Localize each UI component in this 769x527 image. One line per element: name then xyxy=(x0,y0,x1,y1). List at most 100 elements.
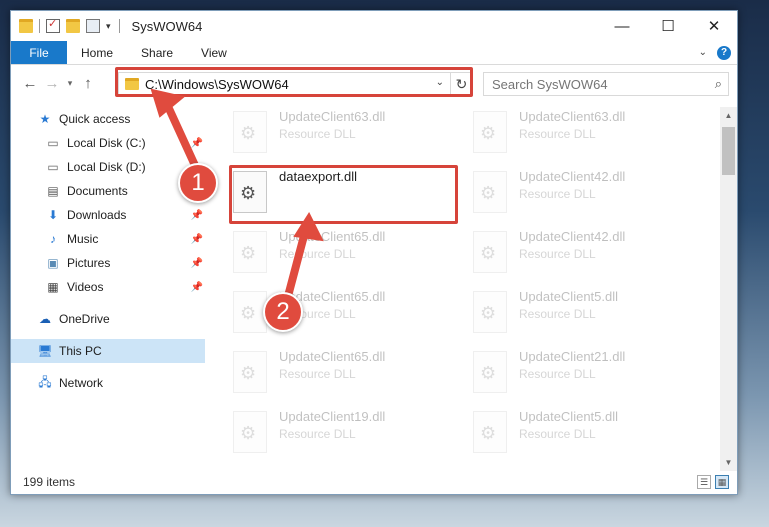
pin-icon: 📌 xyxy=(190,257,203,269)
new-folder-icon[interactable] xyxy=(66,19,80,33)
dll-file-icon xyxy=(233,231,267,273)
up-arrow-icon[interactable]: ↑ xyxy=(77,75,99,92)
sidebar-item-this-pc[interactable]: 🖥 This PC xyxy=(11,339,205,363)
file-item[interactable]: UpdateClient21.dll Resource DLL xyxy=(451,347,681,407)
sidebar-item-label: OneDrive xyxy=(59,312,110,326)
file-item[interactable]: UpdateClient63.dll Resource DLL xyxy=(211,107,441,167)
file-item[interactable]: UpdateClient19.dll Resource DLL xyxy=(211,407,441,467)
file-item[interactable]: UpdateClient5.dll Resource DLL xyxy=(451,287,681,347)
dll-file-icon xyxy=(473,411,507,453)
sidebar-item-network[interactable]: 🖧 Network xyxy=(11,371,205,395)
vertical-scrollbar[interactable]: ▲ ▼ xyxy=(720,107,737,471)
dll-file-icon xyxy=(473,231,507,273)
ribbon-right: ⌄ ? xyxy=(699,41,737,64)
step-1-badge: 1 xyxy=(178,163,218,203)
sidebar-item-onedrive[interactable]: ☁ OneDrive xyxy=(11,307,205,331)
tab-share[interactable]: Share xyxy=(127,41,187,64)
sidebar-item-quick-access[interactable]: ★ Quick access xyxy=(11,107,205,131)
sidebar-item-label: Local Disk (D:) xyxy=(67,160,146,174)
download-icon: ⬇ xyxy=(47,208,59,222)
drive-icon: ▭ xyxy=(47,160,59,174)
file-type: Resource DLL xyxy=(519,367,596,381)
file-type: Resource DLL xyxy=(279,427,356,441)
file-name: UpdateClient65.dll xyxy=(279,229,386,244)
maximize-button[interactable]: ☐ xyxy=(645,11,691,41)
sidebar-item-videos[interactable]: ▦ Videos 📌 xyxy=(11,275,205,299)
sidebar-item-downloads[interactable]: ⬇ Downloads 📌 xyxy=(11,203,205,227)
file-type: Resource DLL xyxy=(279,127,356,141)
file-item[interactable]: UpdateClient42.dll Resource DLL xyxy=(451,227,681,287)
ribbon-tabs: File Home Share View ⌄ ? xyxy=(11,41,737,65)
music-icon: ♪ xyxy=(50,232,56,246)
pin-icon: 📌 xyxy=(190,233,203,245)
back-arrow-icon[interactable]: ← xyxy=(19,75,41,92)
dll-file-icon xyxy=(473,171,507,213)
expand-ribbon-icon[interactable]: ⌄ xyxy=(699,47,707,58)
folder-icon xyxy=(19,19,33,33)
videos-icon: ▦ xyxy=(47,280,59,294)
file-name: UpdateClient42.dll xyxy=(519,229,626,244)
sidebar-item-label: Videos xyxy=(67,280,104,294)
sidebar-item-music[interactable]: ♪ Music 📌 xyxy=(11,227,205,251)
qat-dropdown-icon[interactable]: ▾ xyxy=(106,21,111,32)
navigation-pane: ★ Quick access ▭ Local Disk (C:) 📌 ▭ Loc… xyxy=(11,107,205,467)
search-icon[interactable]: ⌕ xyxy=(715,76,722,92)
file-type: Resource DLL xyxy=(279,367,356,381)
sidebar-item-documents[interactable]: ▤ Documents xyxy=(11,179,205,203)
close-button[interactable]: ✕ xyxy=(691,11,737,41)
file-item[interactable]: UpdateClient5.dll Resource DLL xyxy=(451,407,681,467)
window-controls: — ☐ ✕ xyxy=(599,11,737,41)
sidebar-item-local-disk-c[interactable]: ▭ Local Disk (C:) 📌 xyxy=(11,131,205,155)
details-view-icon[interactable]: ☰ xyxy=(697,475,711,489)
status-bar: 199 items ☰ ▦ xyxy=(11,470,737,494)
forward-arrow-icon[interactable]: → xyxy=(41,75,63,92)
file-type: Resource DLL xyxy=(519,247,596,261)
address-bar-highlight xyxy=(115,67,473,97)
scroll-down-icon[interactable]: ▼ xyxy=(720,454,737,471)
item-count: 199 items xyxy=(23,475,76,489)
sidebar-item-label: Network xyxy=(59,376,104,390)
sidebar-item-label: Documents xyxy=(67,184,128,198)
dll-file-icon xyxy=(233,291,267,333)
minimize-button[interactable]: — xyxy=(599,11,645,41)
help-icon[interactable]: ? xyxy=(717,45,731,60)
step-2-badge: 2 xyxy=(263,292,303,332)
recent-locations-icon[interactable]: ▾ xyxy=(63,78,77,89)
file-name: UpdateClient19.dll xyxy=(279,409,386,424)
quick-access-toolbar: ▾ xyxy=(11,17,111,33)
scroll-thumb[interactable] xyxy=(722,127,735,175)
customize-icon[interactable] xyxy=(86,19,100,33)
file-type: Resource DLL xyxy=(519,307,596,321)
computer-icon: 🖥 xyxy=(37,344,53,358)
pictures-icon: ▣ xyxy=(47,256,59,270)
sidebar-item-label: Quick access xyxy=(59,112,131,126)
file-name: UpdateClient21.dll xyxy=(519,349,626,364)
search-box[interactable]: ⌕ xyxy=(483,72,729,96)
file-list: UpdateClient63.dllResource DLL dataexpor… xyxy=(211,107,721,469)
search-input[interactable] xyxy=(492,76,692,92)
tab-home[interactable]: Home xyxy=(67,41,127,64)
tab-view[interactable]: View xyxy=(187,41,241,64)
scroll-up-icon[interactable]: ▲ xyxy=(720,107,737,124)
file-item[interactable]: UpdateClient65.dllResource DLL xyxy=(211,347,441,407)
file-name: UpdateClient5.dll xyxy=(519,289,619,304)
file-highlight xyxy=(229,165,458,224)
file-item[interactable]: UpdateClient63.dll Resource DLL xyxy=(451,107,681,167)
title-divider xyxy=(118,19,120,33)
file-item[interactable]: UpdateClient65.dllResource DLL xyxy=(211,287,441,347)
sidebar-item-pictures[interactable]: ▣ Pictures 📌 xyxy=(11,251,205,275)
pin-icon: 📌 xyxy=(190,209,203,221)
file-item[interactable]: UpdateClient65.dllResource DLL xyxy=(211,227,441,287)
drive-icon: ▭ xyxy=(47,136,59,150)
pin-icon: 📌 xyxy=(190,137,203,149)
title-bar: ▾ SysWOW64 — ☐ ✕ xyxy=(11,11,737,41)
file-item[interactable]: UpdateClient42.dll Resource DLL xyxy=(451,167,681,227)
window-title: SysWOW64 xyxy=(131,18,203,34)
sidebar-item-local-disk-d[interactable]: ▭ Local Disk (D:) xyxy=(11,155,205,179)
file-type: Resource DLL xyxy=(519,187,596,201)
sidebar-item-label: Pictures xyxy=(67,256,111,270)
properties-icon[interactable] xyxy=(46,17,60,33)
tab-file[interactable]: File xyxy=(11,41,67,64)
tiles-view-icon[interactable]: ▦ xyxy=(715,475,729,489)
file-type: Resource DLL xyxy=(519,427,596,441)
